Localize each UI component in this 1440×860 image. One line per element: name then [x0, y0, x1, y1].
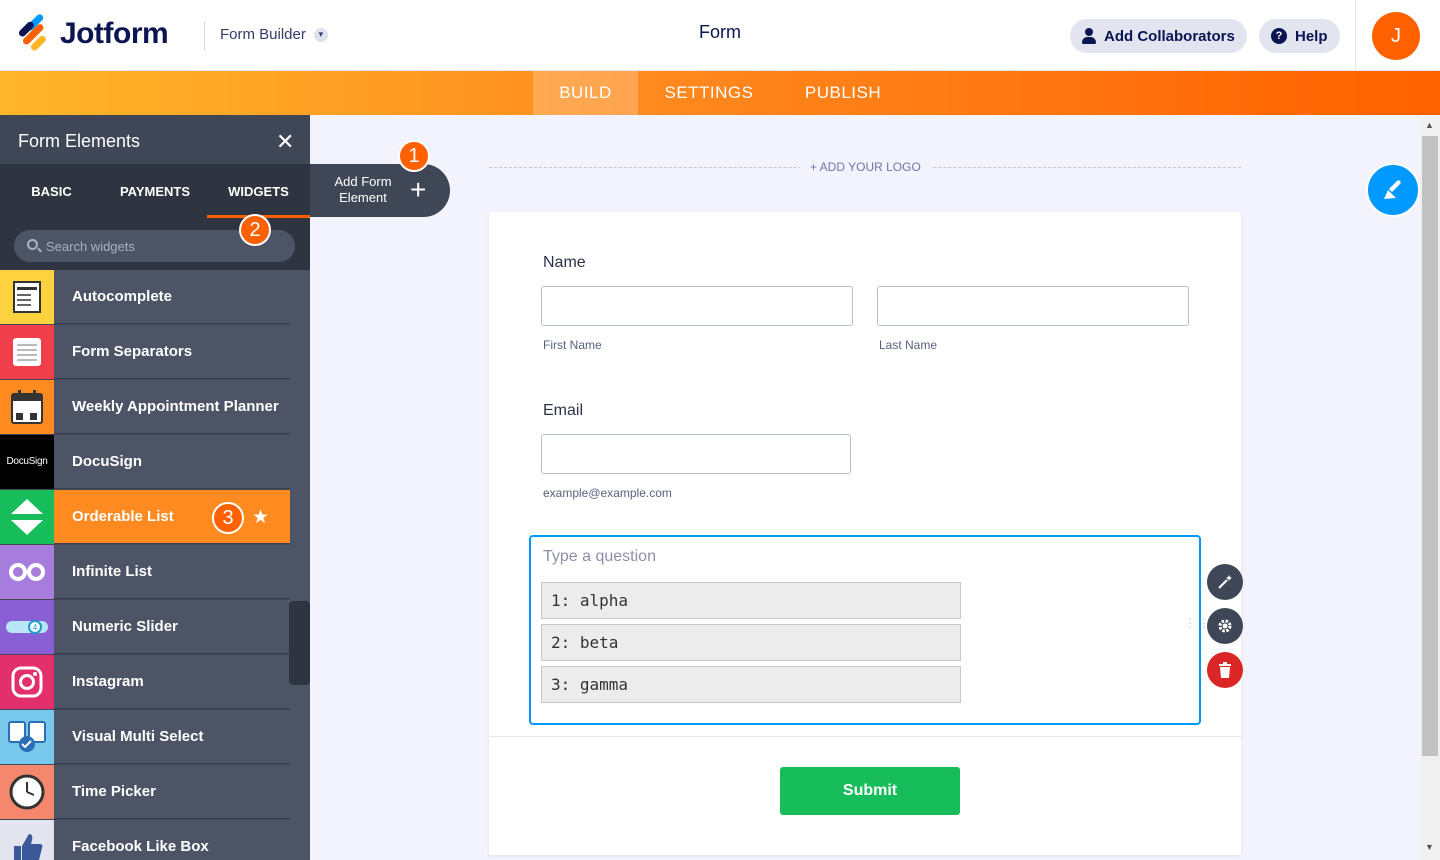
add-form-element-label: Add Form Element	[334, 174, 392, 205]
search-icon	[27, 239, 38, 250]
trash-icon[interactable]	[1207, 652, 1243, 688]
widget-item-facebook-like-box[interactable]: Facebook Like Box	[0, 819, 290, 860]
panel-tabs: BASIC PAYMENTS WIDGETS	[0, 164, 310, 218]
form-title[interactable]: Form	[660, 22, 780, 43]
widget-label: Numeric Slider	[72, 618, 178, 635]
add-collaborators-button[interactable]: Add Collaborators	[1070, 19, 1247, 53]
step-badge-3: 3	[212, 502, 244, 534]
top-header: Jotform Form Builder ▾ Form Add Collabor…	[0, 0, 1440, 71]
drag-handle-icon[interactable]: ⋮⋮	[1184, 617, 1210, 640]
star-icon[interactable]: ★	[252, 506, 269, 529]
widget-label: Time Picker	[72, 783, 156, 800]
panel-title: Form Elements	[0, 115, 310, 164]
tab-widgets[interactable]: WIDGETS	[207, 164, 310, 218]
list-item[interactable]: 2: beta	[541, 624, 961, 661]
widget-item-autocomplete[interactable]: Autocomplete	[0, 270, 290, 324]
jotform-logo[interactable]: Jotform	[17, 12, 169, 52]
gear-icon[interactable]	[1207, 608, 1243, 644]
widget-label: Facebook Like Box	[72, 838, 209, 855]
avatar[interactable]: J	[1372, 12, 1420, 60]
scroll-down-icon[interactable]: ▼	[1425, 842, 1434, 852]
multi-select-icon	[0, 709, 54, 764]
widget-label: Orderable List	[72, 508, 174, 525]
calendar-icon	[0, 379, 54, 434]
last-name-sublabel: Last Name	[879, 338, 938, 352]
widget-item-instagram[interactable]: Instagram	[0, 654, 290, 709]
widget-label: DocuSign	[72, 453, 142, 470]
tab-build[interactable]: BUILD	[533, 71, 638, 115]
separator-icon	[0, 324, 54, 379]
infinity-icon	[0, 544, 54, 599]
brand-name: Jotform	[60, 17, 169, 50]
tab-payments[interactable]: PAYMENTS	[103, 164, 207, 218]
widget-item-infinite-list[interactable]: Infinite List	[0, 544, 290, 599]
tab-publish[interactable]: PUBLISH	[790, 71, 896, 115]
builder-nav: BUILD SETTINGS PUBLISH	[0, 71, 1440, 115]
autocomplete-icon	[0, 270, 54, 324]
email-field[interactable]	[541, 434, 851, 474]
user-icon	[1082, 28, 1096, 44]
email-label: Email	[543, 402, 584, 419]
form-designer-button[interactable]	[1366, 163, 1420, 217]
widget-label: Form Separators	[72, 343, 193, 360]
svg-text:4: 4	[33, 623, 38, 632]
close-icon[interactable]: ✕	[276, 129, 294, 155]
instagram-icon	[0, 654, 54, 709]
widget-item-docusign[interactable]: DocuSign DocuSign	[0, 434, 290, 489]
docusign-icon: DocuSign	[0, 434, 54, 489]
form-builder-label: Form Builder	[220, 26, 306, 43]
magic-wand-icon[interactable]	[1207, 564, 1243, 600]
last-name-input[interactable]	[877, 286, 1189, 326]
form-builder-select[interactable]: Form Builder ▾	[220, 26, 328, 43]
widget-item-time-picker[interactable]: Time Picker	[0, 764, 290, 819]
widget-item-visual-multi-select[interactable]: Visual Multi Select	[0, 709, 290, 764]
tab-basic[interactable]: BASIC	[0, 164, 103, 218]
list-item[interactable]: 3: gamma	[541, 666, 961, 703]
submit-button[interactable]: Submit	[780, 767, 960, 815]
orderable-list-icon	[0, 489, 54, 544]
scroll-up-icon[interactable]: ▲	[1425, 120, 1434, 130]
widget-label: Visual Multi Select	[72, 728, 204, 745]
widget-list-scroll-thumb[interactable]	[289, 601, 310, 685]
add-collaborators-label: Add Collaborators	[1104, 27, 1235, 45]
widget-item-form-separators[interactable]: Form Separators	[0, 324, 290, 379]
widget-item-numeric-slider[interactable]: 4 Numeric Slider	[0, 599, 290, 654]
slider-icon: 4	[0, 599, 54, 654]
step-badge-1: 1	[398, 140, 430, 172]
help-label: Help	[1295, 27, 1328, 45]
chevron-down-icon: ▾	[313, 27, 328, 42]
clock-icon	[0, 764, 54, 819]
header-separator	[1355, 0, 1356, 71]
question-icon: ?	[1271, 28, 1287, 44]
widget-item-orderable-list[interactable]: Orderable List ★	[0, 489, 290, 544]
thumbs-up-icon	[0, 819, 54, 860]
question-title-input[interactable]: Type a question	[543, 548, 656, 566]
header-divider	[204, 22, 205, 50]
widget-list-scrollbar[interactable]	[290, 270, 310, 860]
plus-icon: +	[410, 174, 427, 205]
tab-settings[interactable]: SETTINGS	[650, 71, 768, 115]
widget-label: Infinite List	[72, 563, 152, 580]
widget-label: Weekly Appointment Planner	[72, 398, 279, 415]
email-sublabel: example@example.com	[543, 486, 672, 500]
widget-list: Autocomplete Form Separators Weekly Appo…	[0, 270, 290, 860]
add-logo-link[interactable]: + ADD YOUR LOGO	[800, 160, 931, 174]
add-form-element-button[interactable]: Add Form Element	[310, 164, 450, 217]
first-name-input[interactable]	[541, 286, 853, 326]
step-badge-2: 2	[239, 214, 271, 246]
page-scroll-thumb[interactable]	[1422, 136, 1438, 756]
help-button[interactable]: ? Help	[1259, 19, 1340, 53]
widget-label: Instagram	[72, 673, 144, 690]
jotform-logo-icon	[17, 12, 50, 52]
widget-label: Autocomplete	[72, 288, 173, 305]
list-item[interactable]: 1: alpha	[541, 582, 961, 619]
first-name-sublabel: First Name	[543, 338, 602, 352]
form-divider	[489, 736, 1241, 737]
name-label: Name	[543, 254, 586, 271]
widget-item-weekly-appointment-planner[interactable]: Weekly Appointment Planner	[0, 379, 290, 434]
